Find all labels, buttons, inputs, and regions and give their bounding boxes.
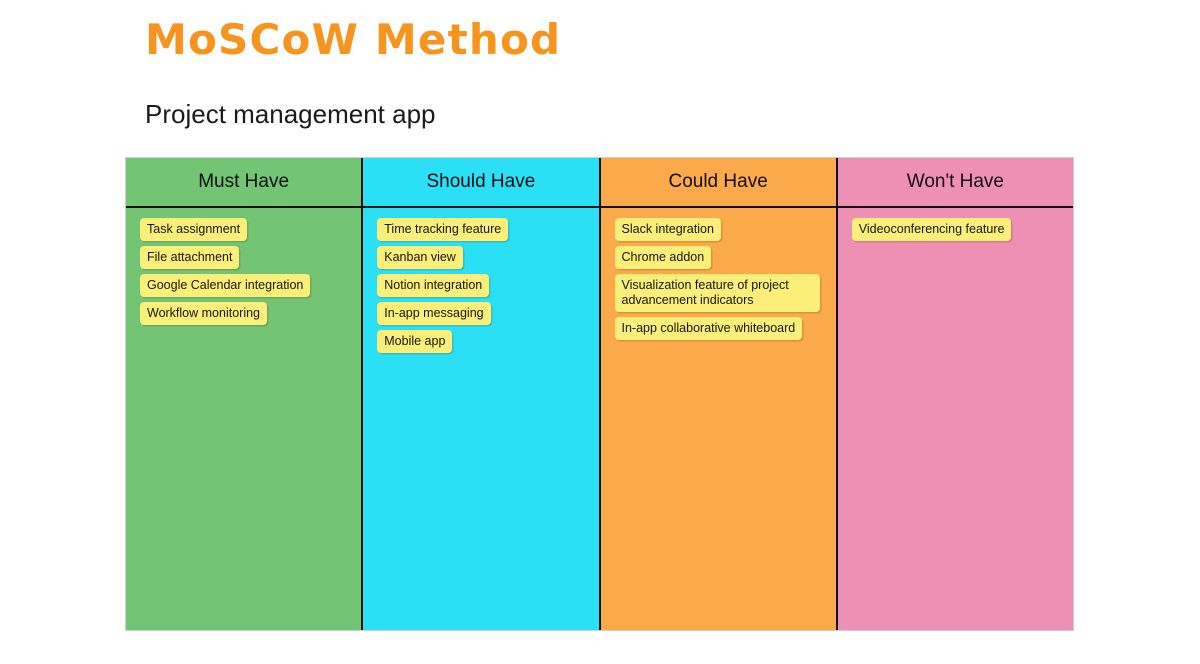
note-row: Workflow monitoring bbox=[140, 302, 361, 330]
sticky-note[interactable]: Mobile app bbox=[377, 330, 453, 353]
page-subtitle: Project management app bbox=[145, 99, 436, 129]
column-header-label: Could Have bbox=[668, 171, 768, 192]
sticky-note[interactable]: Videoconferencing feature bbox=[851, 218, 1012, 241]
note-row: Kanban view bbox=[377, 246, 598, 274]
note-row: Visualization feature of project advance… bbox=[614, 274, 836, 312]
board-header-row: Must Have Should Have Could Have Won't H… bbox=[126, 158, 1073, 208]
moscow-board: Must Have Should Have Could Have Won't H… bbox=[125, 157, 1074, 631]
sticky-note[interactable]: Time tracking feature bbox=[377, 218, 509, 241]
note-row: Chrome addon bbox=[614, 246, 836, 274]
sticky-note[interactable]: In-app messaging bbox=[377, 302, 491, 325]
sticky-note[interactable]: File attachment bbox=[140, 246, 240, 269]
note-row: Mobile app bbox=[377, 330, 598, 358]
sticky-note[interactable]: Chrome addon bbox=[614, 246, 712, 269]
note-row: Slack integration bbox=[614, 218, 836, 246]
note-row: In-app messaging bbox=[377, 302, 598, 330]
board-body-row: Task assignment File attachment Google Cal… bbox=[126, 208, 1073, 630]
sticky-note[interactable]: Notion integration bbox=[377, 274, 490, 297]
column-body-could-have[interactable]: Slack integration Chrome addon Visualizati… bbox=[600, 208, 838, 630]
sticky-note[interactable]: Visualization feature of project advance… bbox=[614, 274, 820, 312]
sticky-note[interactable]: Slack integration bbox=[614, 218, 721, 241]
moscow-method-page: MoSCoW Method Project management app Mus… bbox=[0, 0, 1200, 664]
note-row: Task assignment bbox=[140, 218, 361, 246]
note-row: In-app collaborative whiteboard bbox=[614, 317, 836, 345]
sticky-note[interactable]: In-app collaborative whiteboard bbox=[614, 317, 803, 340]
sticky-note[interactable]: Task assignment bbox=[140, 218, 248, 241]
note-row: Notion integration bbox=[377, 274, 598, 302]
column-header-wont-have[interactable]: Won't Have bbox=[837, 158, 1073, 206]
note-row: Videoconferencing feature bbox=[851, 218, 1073, 246]
note-row: Google Calendar integration bbox=[140, 274, 361, 302]
column-body-must-have[interactable]: Task assignment File attachment Google Cal… bbox=[126, 208, 364, 630]
column-header-must-have[interactable]: Must Have bbox=[126, 158, 364, 206]
note-row: File attachment bbox=[140, 246, 361, 274]
column-body-should-have[interactable]: Time tracking feature Kanban view Notion i… bbox=[363, 208, 601, 630]
sticky-note[interactable]: Kanban view bbox=[377, 246, 463, 269]
column-header-label: Must Have bbox=[198, 171, 290, 192]
column-body-wont-have[interactable]: Videoconferencing feature bbox=[837, 208, 1073, 630]
column-header-label: Won't Have bbox=[906, 171, 1004, 192]
sticky-note[interactable]: Workflow monitoring bbox=[140, 302, 268, 325]
column-header-label: Should Have bbox=[426, 171, 536, 192]
note-row: Time tracking feature bbox=[377, 218, 598, 246]
column-header-could-have[interactable]: Could Have bbox=[600, 158, 838, 206]
column-header-should-have[interactable]: Should Have bbox=[363, 158, 601, 206]
page-title: MoSCoW Method bbox=[145, 15, 562, 64]
sticky-note[interactable]: Google Calendar integration bbox=[140, 274, 311, 297]
